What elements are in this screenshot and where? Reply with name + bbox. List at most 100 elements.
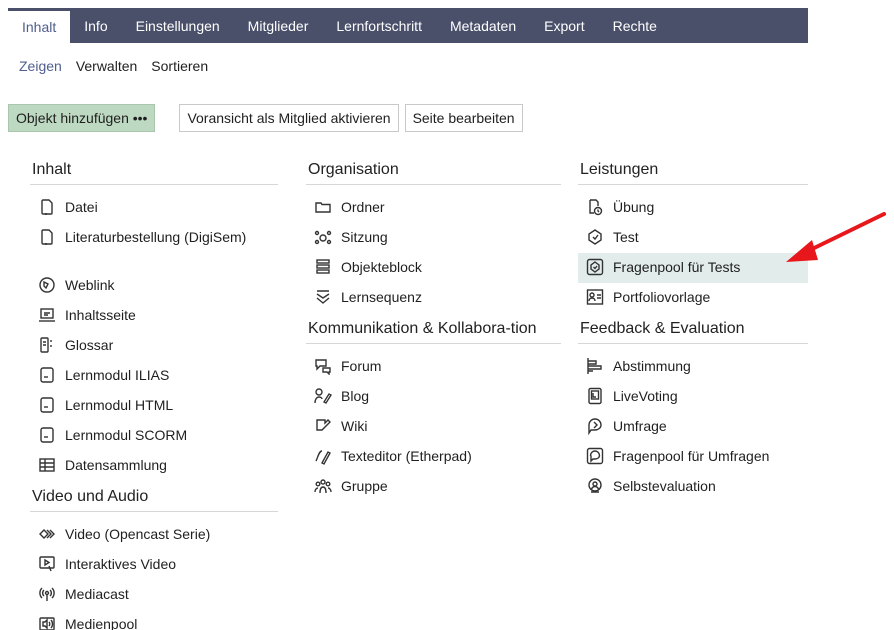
toolbar: Objekt hinzufügen ••• Voransicht als Mit… [8, 104, 523, 132]
question-pool-icon [586, 258, 604, 276]
menu-item-portfoliovorlage[interactable]: Portfoliovorlage [578, 283, 808, 313]
glossary-icon [38, 336, 56, 354]
test-icon [586, 228, 604, 246]
folder-icon [314, 198, 332, 216]
media-pool-icon [38, 615, 56, 630]
menu-item-glossar[interactable]: Glossar [30, 331, 278, 361]
tab-einstellungen[interactable]: Einstellungen [122, 8, 234, 43]
column-content: Inhalt Datei Literaturbestellung (DigiSe… [30, 160, 278, 630]
menu-item-label: Mediacast [65, 586, 129, 602]
group-title-feedback: Feedback & Evaluation [578, 319, 808, 344]
menu-item-literaturbestellung[interactable]: Literaturbestellung (DigiSem) [30, 223, 278, 271]
group-icon [314, 477, 332, 495]
menu-item-label: Blog [341, 388, 370, 404]
menu-item-livevoting[interactable]: LiveVoting [578, 382, 808, 412]
tab-metadaten[interactable]: Metadaten [436, 8, 530, 43]
menu-item-abstimmung[interactable]: Abstimmung [578, 352, 808, 382]
wiki-icon [314, 417, 332, 435]
menu-item-label: Medienpool [65, 616, 138, 630]
edit-page-button[interactable]: Seite bearbeiten [404, 104, 523, 132]
subtab-sortieren[interactable]: Sortieren [151, 58, 208, 74]
menu-item-forum[interactable]: Forum [306, 352, 561, 382]
interactive-video-icon [38, 555, 56, 573]
menu-item-lernmodul-scorm[interactable]: Lernmodul SCORM [30, 421, 278, 451]
forum-icon [314, 357, 332, 375]
group-title-organisation: Organisation [306, 160, 561, 185]
video-series-icon [38, 525, 56, 543]
file-order-icon [38, 228, 56, 246]
menu-item-wiki[interactable]: Wiki [306, 412, 561, 442]
session-icon [314, 228, 332, 246]
menu-item-label: LiveVoting [613, 388, 678, 404]
group-inhalt: Inhalt Datei Literaturbestellung (DigiSe… [30, 160, 278, 481]
tab-mitglieder[interactable]: Mitglieder [234, 8, 323, 43]
menu-item-mediacast[interactable]: Mediacast [30, 580, 278, 610]
group-feedback: Feedback & Evaluation Abstimmung LiveVot… [578, 319, 808, 502]
menu-item-blog[interactable]: Blog [306, 382, 561, 412]
column-organisation: Organisation Ordner Sitzung Objekteblock… [306, 160, 561, 502]
menu-item-interaktives-video[interactable]: Interaktives Video [30, 550, 278, 580]
poll-icon [586, 357, 604, 375]
menu-item-label: Interaktives Video [65, 556, 177, 572]
group-video-audio: Video und Audio Video (Opencast Serie) I… [30, 487, 278, 630]
menu-item-label: Test [613, 229, 639, 245]
menu-item-uebung[interactable]: Übung [578, 193, 808, 223]
menu-item-inhaltsseite[interactable]: Inhaltsseite [30, 301, 278, 331]
blog-icon [314, 387, 332, 405]
column-leistungen: Leistungen Übung Test Fragenpool für Tes… [578, 160, 808, 502]
menu-item-fragenpool-tests[interactable]: Fragenpool für Tests [578, 253, 808, 283]
tab-export[interactable]: Export [530, 8, 598, 43]
sequence-icon [314, 288, 332, 306]
menu-item-datensammlung[interactable]: Datensammlung [30, 451, 278, 481]
menu-item-label: Datei [65, 199, 98, 215]
tab-inhalt[interactable]: Inhalt [8, 8, 71, 43]
exercise-icon [586, 198, 604, 216]
menu-item-label: Inhaltsseite [65, 307, 136, 323]
menu-item-video-opencast[interactable]: Video (Opencast Serie) [30, 520, 278, 550]
object-block-icon [314, 258, 332, 276]
menu-item-umfrage[interactable]: Umfrage [578, 412, 808, 442]
live-voting-icon [586, 387, 604, 405]
menu-item-ordner[interactable]: Ordner [306, 193, 561, 223]
learning-module-icon [38, 366, 56, 384]
tab-lernfortschritt[interactable]: Lernfortschritt [322, 8, 436, 43]
menu-item-label: Lernmodul HTML [65, 397, 174, 413]
survey-pool-icon [586, 447, 604, 465]
menu-item-weblink[interactable]: Weblink [30, 271, 278, 301]
menu-item-label: Portfoliovorlage [613, 289, 711, 305]
menu-item-test[interactable]: Test [578, 223, 808, 253]
menu-item-label: Lernmodul SCORM [65, 427, 188, 443]
add-object-button[interactable]: Objekt hinzufügen ••• [8, 104, 156, 132]
menu-item-label: Abstimmung [613, 358, 691, 374]
group-title-video-audio: Video und Audio [30, 487, 278, 512]
group-title-kommunikation: Kommunikation & Kollabora-tion [306, 319, 561, 344]
menu-item-label: Literaturbestellung (DigiSem) [65, 229, 247, 245]
menu-item-sitzung[interactable]: Sitzung [306, 223, 561, 253]
group-kommunikation: Kommunikation & Kollabora-tion Forum Blo… [306, 319, 561, 502]
menu-item-label: Video (Opencast Serie) [65, 526, 211, 542]
menu-item-objekteblock[interactable]: Objekteblock [306, 253, 561, 283]
member-preview-button[interactable]: Voransicht als Mitglied aktivieren [179, 104, 399, 132]
menu-item-selbstevaluation[interactable]: Selbstevaluation [578, 472, 808, 502]
menu-item-medienpool[interactable]: Medienpool [30, 610, 278, 630]
menu-item-lernsequenz[interactable]: Lernsequenz [306, 283, 561, 313]
subtab-verwalten[interactable]: Verwalten [76, 58, 137, 74]
group-leistungen: Leistungen Übung Test Fragenpool für Tes… [578, 160, 808, 313]
menu-item-lernmodul-html[interactable]: Lernmodul HTML [30, 391, 278, 421]
menu-item-fragenpool-umfragen[interactable]: Fragenpool für Umfragen [578, 442, 808, 472]
menu-item-lernmodul-ilias[interactable]: Lernmodul ILIAS [30, 361, 278, 391]
menu-item-label: Lernmodul ILIAS [65, 367, 170, 383]
menu-item-texteditor[interactable]: Texteditor (Etherpad) [306, 442, 561, 472]
menu-item-gruppe[interactable]: Gruppe [306, 472, 561, 502]
menu-item-datei[interactable]: Datei [30, 193, 278, 223]
group-title-inhalt: Inhalt [30, 160, 278, 185]
globe-link-icon [38, 276, 56, 294]
menu-item-label: Fragenpool für Tests [613, 259, 741, 275]
tab-rechte[interactable]: Rechte [599, 8, 671, 43]
tab-info[interactable]: Info [70, 8, 121, 43]
group-organisation: Organisation Ordner Sitzung Objekteblock… [306, 160, 561, 313]
menu-item-label: Fragenpool für Umfragen [613, 448, 770, 464]
self-evaluation-icon [586, 477, 604, 495]
portfolio-template-icon [586, 288, 604, 306]
subtab-zeigen[interactable]: Zeigen [19, 58, 62, 74]
